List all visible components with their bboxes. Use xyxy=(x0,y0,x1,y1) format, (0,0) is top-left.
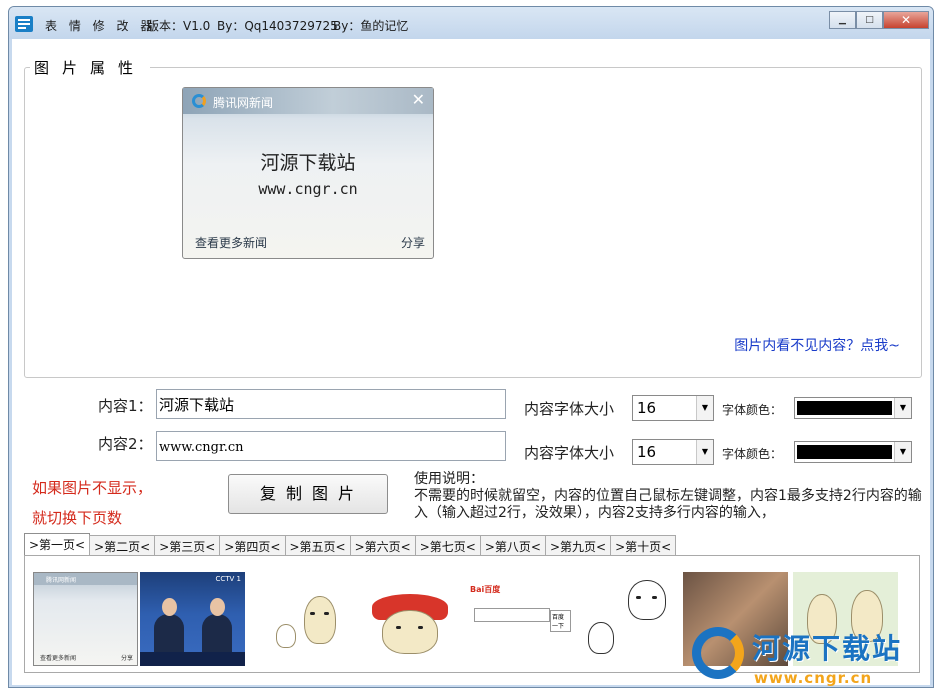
app-logo-icon xyxy=(15,16,33,32)
site-watermark: 河源下载站 www.cngr.cn xyxy=(684,617,933,687)
meme-figure xyxy=(382,610,438,654)
maximize-button[interactable]: □ xyxy=(856,11,883,29)
meme-face xyxy=(628,580,666,620)
content2-color-select[interactable]: ▼ xyxy=(794,441,912,463)
chevron-down-icon[interactable]: ▼ xyxy=(894,442,911,462)
minimize-button[interactable]: ▁ xyxy=(829,11,856,29)
content1-input[interactable] xyxy=(156,389,506,419)
content2-size-value: 16 xyxy=(637,443,657,461)
note-line1: 如果图片不显示， xyxy=(32,479,153,497)
content2-input[interactable] xyxy=(156,431,506,461)
tab-page-10[interactable]: >第十页< xyxy=(610,535,677,555)
content2-size-select[interactable]: 16 ▼ xyxy=(632,439,714,465)
thumb1-brand: 腾讯网新闻 xyxy=(46,577,77,584)
meme-small-figure xyxy=(588,622,614,654)
tab-page-3[interactable]: >第三页< xyxy=(154,535,221,555)
thumbnail-1[interactable]: 腾讯网新闻 查看更多新闻 分享 xyxy=(33,572,138,666)
tab-page-7[interactable]: >第七页< xyxy=(414,535,481,555)
content2-size-label: 内容字体大小 xyxy=(524,444,615,462)
color-swatch xyxy=(797,401,892,415)
tencent-news-logo-icon xyxy=(192,94,206,108)
app-window: 表 情 修 改 器 版本：V1.0 By：Qq1403729725 By：鱼的记… xyxy=(8,6,934,688)
thumb5-button: 百度一下 xyxy=(550,610,571,632)
preview-share: 分享 xyxy=(400,236,425,250)
tab-page-6[interactable]: >第六页< xyxy=(349,535,416,555)
thumb1-share: 分享 xyxy=(120,655,133,662)
preview-brand: 腾讯网新闻 xyxy=(213,96,274,110)
tab-page-2[interactable]: >第二页< xyxy=(89,535,156,555)
preview-content1[interactable]: 河源下载站 xyxy=(183,148,433,175)
usage-title: 使用说明： xyxy=(414,471,484,487)
preview-more-news: 查看更多新闻 xyxy=(195,236,268,250)
thumbnail-3[interactable] xyxy=(250,572,355,666)
watermark-text: 河源下载站 xyxy=(752,632,903,665)
preview-close-icon: ✕ xyxy=(411,90,425,109)
window-author-qq: By：Qq1403729725 xyxy=(217,19,338,33)
thumb5-logo: Bai百度 xyxy=(470,585,501,594)
usage-text: 不需要的时候就留空，内容的位置自己鼠标左键调整，内容1最多支持2行内容的输入（输… xyxy=(414,488,922,521)
watermark-logo-icon xyxy=(692,627,744,679)
window-author-name: By：鱼的记忆 xyxy=(333,19,409,33)
title-bar[interactable]: 表 情 修 改 器 版本：V1.0 By：Qq1403729725 By：鱼的记… xyxy=(9,7,933,39)
content2-color-label: 字体颜色： xyxy=(722,447,783,461)
content1-size-select[interactable]: 16 ▼ xyxy=(632,395,714,421)
chevron-down-icon[interactable]: ▼ xyxy=(894,398,911,418)
meme-small-figure xyxy=(276,624,296,648)
window-title: 表 情 修 改 器 xyxy=(45,19,157,33)
client-area: 图片属性 腾讯网新闻 ✕ 河源下载站 www.cngr.cn 查看更多新闻 分享… xyxy=(12,39,930,687)
help-link[interactable]: 图片内看不见内容？点我~ xyxy=(734,335,900,355)
watermark-url: www.cngr.cn xyxy=(754,669,873,687)
thumb5-searchbox xyxy=(474,608,550,622)
thumbnail-2[interactable]: CCTV 1 xyxy=(140,572,245,666)
image-preview[interactable]: 腾讯网新闻 ✕ 河源下载站 www.cngr.cn 查看更多新闻 分享 xyxy=(182,87,434,259)
note-line2: 就切换下页数 xyxy=(32,509,123,527)
chevron-down-icon[interactable]: ▼ xyxy=(696,440,713,464)
thumbnail-4[interactable] xyxy=(358,572,463,666)
copy-image-button[interactable]: 复制图片 xyxy=(228,474,388,514)
tab-page-5[interactable]: >第五页< xyxy=(284,535,351,555)
tab-page-9[interactable]: >第九页< xyxy=(545,535,612,555)
tab-page-1[interactable]: >第一页< xyxy=(24,533,91,555)
content1-color-select[interactable]: ▼ xyxy=(794,397,912,419)
thumb1-more: 查看更多新闻 xyxy=(40,655,77,662)
chevron-down-icon[interactable]: ▼ xyxy=(696,396,713,420)
tab-page-4[interactable]: >第四页< xyxy=(219,535,286,555)
news-desk xyxy=(140,652,245,666)
meme-figure xyxy=(304,596,336,644)
color-swatch xyxy=(797,445,892,459)
thumb2-channel: CCTV 1 xyxy=(215,575,241,583)
tab-page-8[interactable]: >第八页< xyxy=(479,535,546,555)
content1-size-value: 16 xyxy=(637,399,657,417)
image-properties-group xyxy=(24,67,922,378)
usage-instructions: 使用说明： 不需要的时候就留空，内容的位置自己鼠标左键调整，内容1最多支持2行内… xyxy=(414,471,922,522)
preview-content2[interactable]: www.cngr.cn xyxy=(183,180,433,198)
content2-label: 内容2： xyxy=(98,435,153,453)
thumbnail-5[interactable]: Bai百度 百度一下 xyxy=(466,572,571,666)
preview-header: 腾讯网新闻 ✕ xyxy=(183,88,433,114)
group-title: 图片属性 xyxy=(30,57,151,78)
thumbnail-6[interactable] xyxy=(574,572,679,666)
content1-size-label: 内容字体大小 xyxy=(524,400,615,418)
window-version: 版本：V1.0 xyxy=(147,19,211,33)
content1-color-label: 字体颜色： xyxy=(722,403,783,417)
content1-label: 内容1： xyxy=(98,397,153,415)
page-tabs: >第一页< >第二页< >第三页< >第四页< >第五页< >第六页< >第七页… xyxy=(24,533,677,555)
close-button[interactable]: ✕ xyxy=(883,11,929,29)
